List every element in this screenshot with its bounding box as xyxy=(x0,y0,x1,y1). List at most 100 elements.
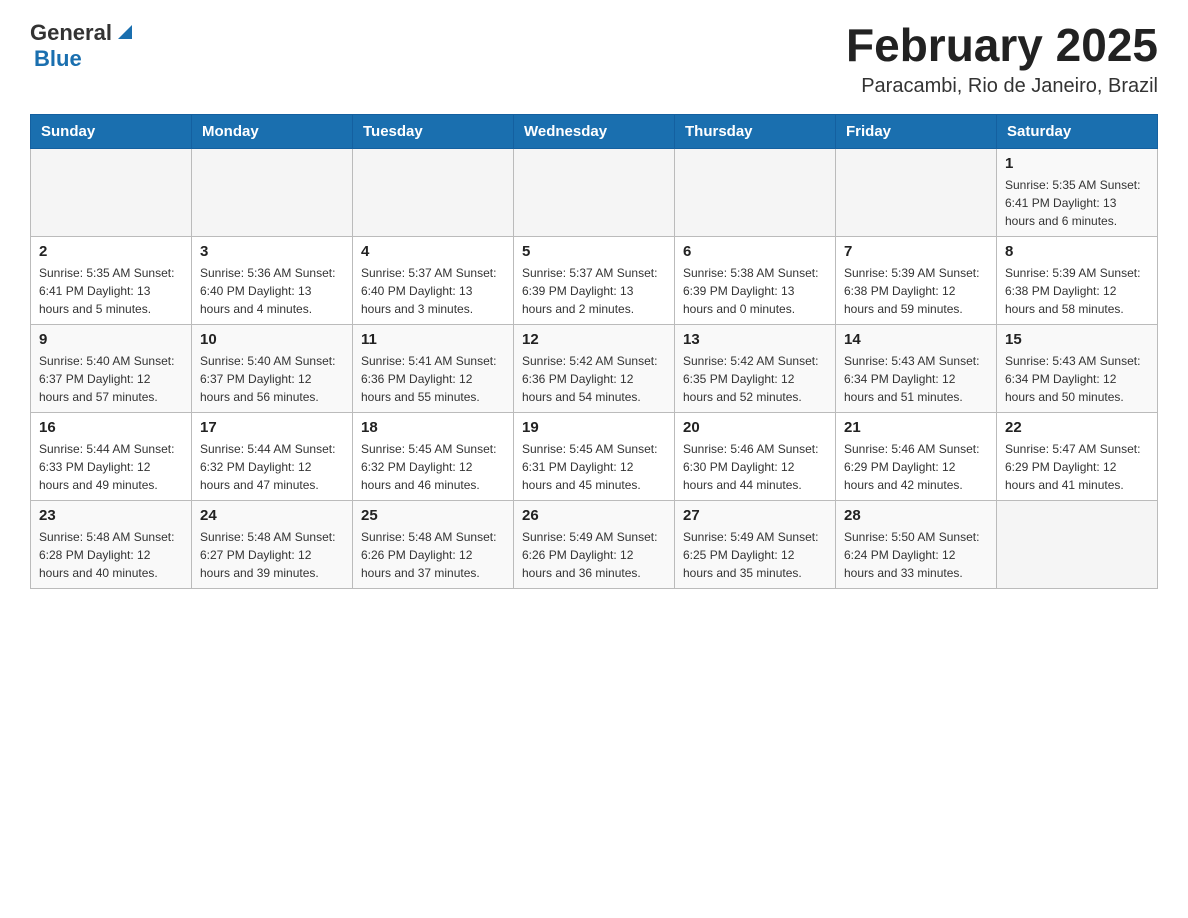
calendar-table: SundayMondayTuesdayWednesdayThursdayFrid… xyxy=(30,114,1158,589)
calendar-cell: 12 Sunrise: 5:42 AM Sunset: 6:36 PM Dayli… xyxy=(514,324,675,412)
calendar-day-header: Thursday xyxy=(675,114,836,148)
day-number: 2 xyxy=(39,243,183,260)
calendar-header-row: SundayMondayTuesdayWednesdayThursdayFrid… xyxy=(31,114,1158,148)
calendar-cell: 13 Sunrise: 5:42 AM Sunset: 6:35 PM Dayli… xyxy=(675,324,836,412)
calendar-cell xyxy=(997,500,1158,588)
day-info: Sunrise: 5:37 AM Sunset: 6:40 PM Dayligh… xyxy=(361,264,505,318)
day-info: Sunrise: 5:40 AM Sunset: 6:37 PM Dayligh… xyxy=(200,352,344,406)
day-info: Sunrise: 5:49 AM Sunset: 6:25 PM Dayligh… xyxy=(683,528,827,582)
calendar-week-row: 2 Sunrise: 5:35 AM Sunset: 6:41 PM Daylig… xyxy=(31,236,1158,324)
day-number: 11 xyxy=(361,331,505,348)
day-number: 9 xyxy=(39,331,183,348)
day-info: Sunrise: 5:41 AM Sunset: 6:36 PM Dayligh… xyxy=(361,352,505,406)
calendar-cell: 2 Sunrise: 5:35 AM Sunset: 6:41 PM Daylig… xyxy=(31,236,192,324)
calendar-week-row: 9 Sunrise: 5:40 AM Sunset: 6:37 PM Daylig… xyxy=(31,324,1158,412)
calendar-day-header: Friday xyxy=(836,114,997,148)
calendar-day-header: Saturday xyxy=(997,114,1158,148)
day-info: Sunrise: 5:35 AM Sunset: 6:41 PM Dayligh… xyxy=(1005,176,1149,230)
calendar-day-header: Monday xyxy=(192,114,353,148)
day-number: 24 xyxy=(200,507,344,524)
month-title: February 2025 xyxy=(846,20,1158,71)
day-number: 16 xyxy=(39,419,183,436)
day-info: Sunrise: 5:39 AM Sunset: 6:38 PM Dayligh… xyxy=(844,264,988,318)
day-info: Sunrise: 5:35 AM Sunset: 6:41 PM Dayligh… xyxy=(39,264,183,318)
day-info: Sunrise: 5:46 AM Sunset: 6:30 PM Dayligh… xyxy=(683,440,827,494)
day-info: Sunrise: 5:44 AM Sunset: 6:32 PM Dayligh… xyxy=(200,440,344,494)
calendar-cell: 25Sunrise: 5:48 AM Sunset: 6:26 PM Dayli… xyxy=(353,500,514,588)
day-number: 21 xyxy=(844,419,988,436)
calendar-cell: 16 Sunrise: 5:44 AM Sunset: 6:33 PM Dayli… xyxy=(31,412,192,500)
calendar-cell: 23 Sunrise: 5:48 AM Sunset: 6:28 PM Dayli… xyxy=(31,500,192,588)
day-number: 5 xyxy=(522,243,666,260)
calendar-day-header: Sunday xyxy=(31,114,192,148)
calendar-week-row: 16 Sunrise: 5:44 AM Sunset: 6:33 PM Dayli… xyxy=(31,412,1158,500)
day-info: Sunrise: 5:40 AM Sunset: 6:37 PM Dayligh… xyxy=(39,352,183,406)
day-info: Sunrise: 5:47 AM Sunset: 6:29 PM Dayligh… xyxy=(1005,440,1149,494)
calendar-day-header: Tuesday xyxy=(353,114,514,148)
day-number: 27 xyxy=(683,507,827,524)
day-info: Sunrise: 5:38 AM Sunset: 6:39 PM Dayligh… xyxy=(683,264,827,318)
day-info: Sunrise: 5:46 AM Sunset: 6:29 PM Dayligh… xyxy=(844,440,988,494)
day-info: Sunrise: 5:49 AM Sunset: 6:26 PM Dayligh… xyxy=(522,528,666,582)
calendar-cell: 26 Sunrise: 5:49 AM Sunset: 6:26 PM Dayli… xyxy=(514,500,675,588)
day-info: Sunrise: 5:39 AM Sunset: 6:38 PM Dayligh… xyxy=(1005,264,1149,318)
day-number: 10 xyxy=(200,331,344,348)
day-number: 22 xyxy=(1005,419,1149,436)
title-section: February 2025 Paracambi, Rio de Janeiro,… xyxy=(846,20,1158,98)
day-number: 19 xyxy=(522,419,666,436)
day-info: Sunrise: 5:44 AM Sunset: 6:33 PM Dayligh… xyxy=(39,440,183,494)
calendar-cell: 8 Sunrise: 5:39 AM Sunset: 6:38 PM Daylig… xyxy=(997,236,1158,324)
calendar-week-row: 1 Sunrise: 5:35 AM Sunset: 6:41 PM Daylig… xyxy=(31,148,1158,236)
day-number: 4 xyxy=(361,243,505,260)
logo-triangle-icon xyxy=(114,21,136,43)
calendar-cell: 27 Sunrise: 5:49 AM Sunset: 6:25 PM Dayli… xyxy=(675,500,836,588)
day-info: Sunrise: 5:45 AM Sunset: 6:31 PM Dayligh… xyxy=(522,440,666,494)
calendar-day-header: Wednesday xyxy=(514,114,675,148)
day-info: Sunrise: 5:43 AM Sunset: 6:34 PM Dayligh… xyxy=(844,352,988,406)
day-number: 13 xyxy=(683,331,827,348)
day-info: Sunrise: 5:48 AM Sunset: 6:28 PM Dayligh… xyxy=(39,528,183,582)
calendar-cell xyxy=(514,148,675,236)
calendar-cell: 9 Sunrise: 5:40 AM Sunset: 6:37 PM Daylig… xyxy=(31,324,192,412)
day-number: 28 xyxy=(844,507,988,524)
day-number: 1 xyxy=(1005,155,1149,172)
day-number: 17 xyxy=(200,419,344,436)
day-info: Sunrise: 5:42 AM Sunset: 6:35 PM Dayligh… xyxy=(683,352,827,406)
calendar-cell: 19 Sunrise: 5:45 AM Sunset: 6:31 PM Dayli… xyxy=(514,412,675,500)
day-number: 15 xyxy=(1005,331,1149,348)
day-number: 8 xyxy=(1005,243,1149,260)
calendar-cell: 11 Sunrise: 5:41 AM Sunset: 6:36 PM Dayli… xyxy=(353,324,514,412)
calendar-cell xyxy=(836,148,997,236)
logo-text-general: General xyxy=(30,20,112,46)
calendar-week-row: 23 Sunrise: 5:48 AM Sunset: 6:28 PM Dayli… xyxy=(31,500,1158,588)
day-number: 3 xyxy=(200,243,344,260)
day-info: Sunrise: 5:43 AM Sunset: 6:34 PM Dayligh… xyxy=(1005,352,1149,406)
day-info: Sunrise: 5:37 AM Sunset: 6:39 PM Dayligh… xyxy=(522,264,666,318)
calendar-cell xyxy=(675,148,836,236)
calendar-cell: 24Sunrise: 5:48 AM Sunset: 6:27 PM Dayli… xyxy=(192,500,353,588)
day-number: 7 xyxy=(844,243,988,260)
logo: General Blue xyxy=(30,20,136,72)
calendar-cell: 6Sunrise: 5:38 AM Sunset: 6:39 PM Daylig… xyxy=(675,236,836,324)
day-info: Sunrise: 5:50 AM Sunset: 6:24 PM Dayligh… xyxy=(844,528,988,582)
day-number: 18 xyxy=(361,419,505,436)
day-number: 23 xyxy=(39,507,183,524)
calendar-cell: 15 Sunrise: 5:43 AM Sunset: 6:34 PM Dayli… xyxy=(997,324,1158,412)
calendar-cell: 7 Sunrise: 5:39 AM Sunset: 6:38 PM Daylig… xyxy=(836,236,997,324)
day-number: 12 xyxy=(522,331,666,348)
day-info: Sunrise: 5:45 AM Sunset: 6:32 PM Dayligh… xyxy=(361,440,505,494)
calendar-cell: 22 Sunrise: 5:47 AM Sunset: 6:29 PM Dayli… xyxy=(997,412,1158,500)
day-number: 14 xyxy=(844,331,988,348)
day-number: 20 xyxy=(683,419,827,436)
location: Paracambi, Rio de Janeiro, Brazil xyxy=(846,75,1158,98)
calendar-cell: 17 Sunrise: 5:44 AM Sunset: 6:32 PM Dayli… xyxy=(192,412,353,500)
day-info: Sunrise: 5:42 AM Sunset: 6:36 PM Dayligh… xyxy=(522,352,666,406)
calendar-cell: 1 Sunrise: 5:35 AM Sunset: 6:41 PM Daylig… xyxy=(997,148,1158,236)
calendar-cell: 20 Sunrise: 5:46 AM Sunset: 6:30 PM Dayli… xyxy=(675,412,836,500)
day-number: 25 xyxy=(361,507,505,524)
calendar-cell: 18 Sunrise: 5:45 AM Sunset: 6:32 PM Dayli… xyxy=(353,412,514,500)
day-number: 26 xyxy=(522,507,666,524)
logo-text-blue: Blue xyxy=(34,46,82,71)
day-info: Sunrise: 5:36 AM Sunset: 6:40 PM Dayligh… xyxy=(200,264,344,318)
calendar-cell: 5 Sunrise: 5:37 AM Sunset: 6:39 PM Daylig… xyxy=(514,236,675,324)
